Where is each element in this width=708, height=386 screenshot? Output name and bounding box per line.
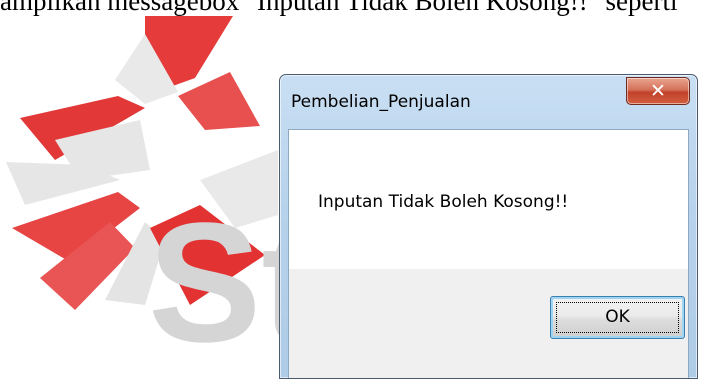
ok-button-label: OK: [605, 307, 630, 327]
message-pane: Inputan Tidak Boleh Kosong!!: [289, 130, 688, 269]
message-dialog: Pembelian_Penjualan ✕ Inputan Tidak Bole…: [279, 74, 698, 379]
ok-button[interactable]: OK: [550, 296, 685, 339]
logo-petal: [178, 72, 260, 130]
title-bar[interactable]: Pembelian_Penjualan ✕: [280, 75, 697, 129]
close-button[interactable]: ✕: [626, 77, 690, 105]
message-text: Inputan Tidak Boleh Kosong!!: [318, 192, 569, 212]
dialog-title: Pembelian_Penjualan: [291, 92, 471, 112]
close-icon: ✕: [650, 80, 666, 102]
dialog-body: Inputan Tidak Boleh Kosong!! OK: [288, 129, 689, 378]
